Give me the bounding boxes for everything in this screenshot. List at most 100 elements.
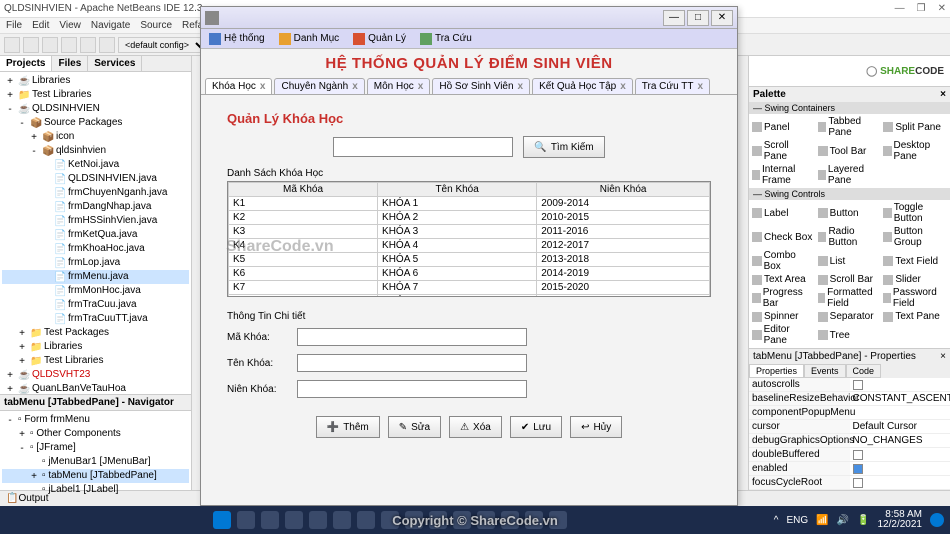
palette-item[interactable]: Separator <box>816 310 882 323</box>
tree-item[interactable]: +📁Libraries <box>2 340 189 354</box>
app-menu[interactable]: Danh Mục <box>279 33 340 45</box>
task-icon[interactable] <box>549 511 567 529</box>
table-header[interactable]: Tên Khóa <box>378 183 537 197</box>
palette-group[interactable]: — Swing Controls <box>749 188 950 200</box>
palette-item[interactable]: Scroll Bar <box>816 273 882 286</box>
navigator-tree[interactable]: -▫ Form frmMenu+▫ Other Components-▫ [JF… <box>0 411 191 499</box>
task-icon[interactable] <box>405 511 423 529</box>
tray-chevron-icon[interactable]: ^ <box>774 515 779 526</box>
tab-close-icon[interactable]: x <box>697 81 703 92</box>
tree-item[interactable]: +📁Test Libraries <box>2 88 189 102</box>
field-input[interactable] <box>297 328 527 346</box>
wifi-icon[interactable]: 📶 <box>816 515 828 526</box>
app-tab[interactable]: Môn Họcx <box>367 78 431 94</box>
property-row[interactable]: focusCycleRoot <box>749 476 950 490</box>
dialog-minimize-icon[interactable]: — <box>663 10 685 26</box>
props-tab[interactable]: Events <box>804 364 846 378</box>
task-icon[interactable] <box>501 511 519 529</box>
task-icon[interactable] <box>429 511 447 529</box>
nav-item[interactable]: -▫ Form frmMenu <box>2 413 189 427</box>
tree-item[interactable]: 📄frmMonHoc.java <box>2 284 189 298</box>
panel-tab-projects[interactable]: Projects <box>0 56 52 71</box>
tree-item[interactable]: 📄QLDSINHVIEN.java <box>2 172 189 186</box>
palette-item[interactable]: Tree <box>816 323 882 347</box>
tab-close-icon[interactable]: x <box>260 81 266 92</box>
task-icon[interactable] <box>333 511 351 529</box>
tree-item[interactable]: +☕QuanLBanVeTauHoa <box>2 382 189 394</box>
palette-group[interactable]: — Swing Containers <box>749 102 950 114</box>
project-tree[interactable]: +☕Libraries+📁Test Libraries-☕QLDSINHVIEN… <box>0 72 191 394</box>
palette-item[interactable]: Slider <box>881 273 947 286</box>
task-icon[interactable] <box>525 511 543 529</box>
app-menu[interactable]: Tra Cứu <box>420 33 472 45</box>
menu-edit[interactable]: Edit <box>32 20 49 31</box>
palette-item[interactable]: Tool Bar <box>816 139 882 163</box>
table-row[interactable]: K4KHÓA 42012-2017 <box>229 239 710 253</box>
search-button[interactable]: 🔍 Tìm Kiếm <box>523 136 604 158</box>
tree-item[interactable]: -☕QLDSINHVIEN <box>2 102 189 116</box>
tree-item[interactable]: 📄frmTraCuu.java <box>2 298 189 312</box>
save-button[interactable] <box>61 37 77 53</box>
palette-item[interactable]: Radio Button <box>816 225 882 249</box>
palette-item[interactable]: Panel <box>750 115 816 139</box>
table-header[interactable]: Niên Khóa <box>537 183 710 197</box>
palette-item[interactable]: Editor Pane <box>750 323 816 347</box>
property-row[interactable]: enabled <box>749 462 950 476</box>
task-icon[interactable] <box>477 511 495 529</box>
tree-item[interactable]: +📦icon <box>2 130 189 144</box>
tree-item[interactable]: +☕QLDSVHT23 <box>2 368 189 382</box>
property-row[interactable]: doubleBuffered <box>749 448 950 462</box>
tab-close-icon[interactable]: x <box>518 81 524 92</box>
palette-item[interactable]: Button <box>816 201 882 225</box>
task-icon[interactable] <box>261 511 279 529</box>
close-icon[interactable]: × <box>940 351 946 362</box>
table-row[interactable]: K1KHÓA 12009-2014 <box>229 197 710 211</box>
task-icon[interactable] <box>285 511 303 529</box>
menu-navigate[interactable]: Navigate <box>91 20 130 31</box>
table-row[interactable]: K3KHÓA 32011-2016 <box>229 225 710 239</box>
tree-item[interactable]: 📄frmChuyenNganh.java <box>2 186 189 200</box>
tree-item[interactable]: 📄frmMenu.java <box>2 270 189 284</box>
menu-source[interactable]: Source <box>140 20 172 31</box>
maximize-icon[interactable]: ❐ <box>917 3 926 14</box>
windows-taskbar[interactable]: ^ ENG 📶 🔊 🔋 8:58 AM 12/2/2021 <box>0 506 950 534</box>
dialog-maximize-icon[interactable]: □ <box>687 10 709 26</box>
tree-item[interactable]: +📁Test Libraries <box>2 354 189 368</box>
menu-file[interactable]: File <box>6 20 22 31</box>
palette-item[interactable]: Check Box <box>750 225 816 249</box>
app-tab[interactable]: Chuyên Ngànhx <box>274 78 364 94</box>
palette-item[interactable]: Layered Pane <box>816 163 882 187</box>
tab-close-icon[interactable]: x <box>620 81 626 92</box>
app-menu[interactable]: Quản Lý <box>353 33 406 45</box>
app-tab[interactable]: Kết Quả Học Tậpx <box>532 78 633 94</box>
notification-icon[interactable] <box>930 513 944 527</box>
palette-item[interactable]: Progress Bar <box>750 286 816 310</box>
palette-item[interactable]: Text Field <box>881 249 947 273</box>
property-row[interactable]: autoscrolls <box>749 378 950 392</box>
task-icon[interactable] <box>381 511 399 529</box>
tray-lang[interactable]: ENG <box>786 515 808 526</box>
nav-item[interactable]: -▫ [JFrame] <box>2 441 189 455</box>
new-file-button[interactable] <box>4 37 20 53</box>
khoa-hoc-table[interactable]: Mã KhóaTên KhóaNiên Khóa K1KHÓA 12009-20… <box>228 182 710 297</box>
table-row[interactable]: K6KHÓA 62014-2019 <box>229 267 710 281</box>
palette-item[interactable]: Scroll Pane <box>750 139 816 163</box>
config-select[interactable]: <default config> <box>118 37 209 53</box>
tree-item[interactable]: 📄frmKhoaHoc.java <box>2 242 189 256</box>
app-tab[interactable]: Tra Cứu TTx <box>635 78 710 94</box>
tree-item[interactable]: 📄frmHSSinhVien.java <box>2 214 189 228</box>
battery-icon[interactable]: 🔋 <box>857 515 869 526</box>
volume-icon[interactable]: 🔊 <box>837 515 849 526</box>
close-icon[interactable]: × <box>940 89 946 100</box>
minimize-icon[interactable]: — <box>895 3 905 14</box>
palette-item[interactable]: Password Field <box>881 286 947 310</box>
tab-close-icon[interactable]: x <box>418 81 424 92</box>
task-icon[interactable] <box>453 511 471 529</box>
open-button[interactable] <box>42 37 58 53</box>
task-icon[interactable] <box>357 511 375 529</box>
palette-item[interactable]: Combo Box <box>750 249 816 273</box>
table-row[interactable]: K5KHÓA 52013-2018 <box>229 253 710 267</box>
palette-item[interactable]: Text Area <box>750 273 816 286</box>
tree-item[interactable]: -📦Source Packages <box>2 116 189 130</box>
palette-item[interactable]: Split Pane <box>881 115 947 139</box>
